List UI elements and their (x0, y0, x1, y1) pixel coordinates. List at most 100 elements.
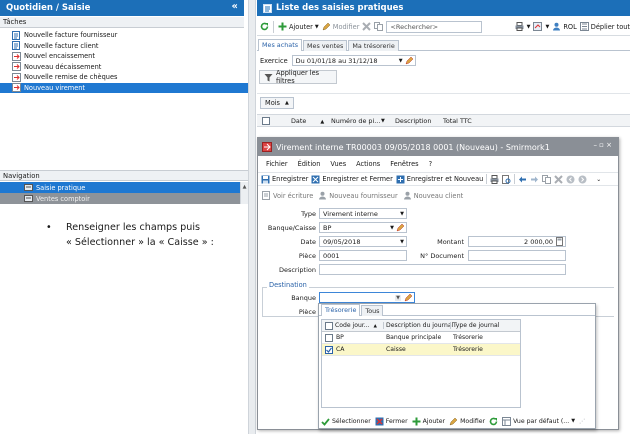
save-button[interactable]: Enregistrer (261, 175, 308, 184)
column-date[interactable]: Date ▲ (291, 117, 324, 125)
task-item[interactable]: Nouvelle facture client (0, 41, 248, 52)
previous-icon[interactable] (566, 175, 575, 184)
destination-bank-input[interactable]: ▼ (319, 292, 415, 303)
date-field[interactable]: 09/05/2018 ▼ (319, 236, 407, 247)
navigation-item-label: Ventes comptoir (36, 194, 90, 203)
task-item[interactable]: Nouveau virement (0, 82, 248, 93)
export-icon[interactable] (533, 22, 543, 31)
navigation-item[interactable]: Ventes comptoir (0, 193, 240, 204)
delete-icon[interactable] (362, 22, 372, 31)
list-tab-2[interactable]: Ma trésorerie (348, 39, 399, 51)
navigation-scrollbar[interactable]: ▲ (240, 182, 248, 204)
list-search-input[interactable]: <Rechercher> (386, 20, 482, 33)
description-field[interactable] (319, 264, 566, 275)
document-number-label: N° Document (420, 252, 464, 260)
redo-icon[interactable] (530, 175, 539, 184)
menu-item[interactable]: Actions (356, 160, 380, 168)
print-icon[interactable] (515, 22, 524, 31)
journal-description: Caisse (386, 346, 406, 353)
task-item[interactable]: Nouvelle facture fournisseur (0, 30, 248, 41)
journal-dropdown-tabs: Trésorerie Tous (319, 303, 595, 316)
apply-filters-button[interactable]: Appliquer les filtres (259, 69, 337, 85)
save-close-button[interactable]: Enregistrer et Fermer (311, 175, 393, 184)
journal-tab-1[interactable]: Tous (361, 304, 384, 316)
view-select[interactable]: Vue par défaut (... ▼ (502, 416, 575, 426)
instruction-bullet: • (46, 222, 52, 233)
navigation-item[interactable]: Saisie pratique (0, 182, 240, 193)
group-chip-month[interactable]: Mois ▲ (260, 97, 294, 109)
select-button[interactable]: Sélectionner (321, 417, 371, 426)
task-item[interactable]: Nouvel encaissement (0, 51, 248, 62)
journal-table-header: Code jour... ▲ Description du journal Ty… (322, 320, 520, 332)
rol-button[interactable]: ROL (552, 22, 577, 31)
resize-grip-icon[interactable]: ⋰ (579, 418, 585, 425)
view-entry-button[interactable]: Voir écriture (262, 191, 313, 200)
dropdown-edit-label: Modifier (460, 417, 486, 425)
journal-column-description[interactable]: Description du journal (383, 322, 453, 329)
bank-cash-select[interactable]: BP ▼ (319, 222, 407, 233)
add-button[interactable]: Ajouter ▼ (278, 22, 319, 31)
journal-column-code[interactable]: Code jour... ▲ (335, 322, 377, 329)
column-piece-number[interactable]: Numéro de pi... (331, 117, 380, 125)
journal-icon (262, 191, 271, 200)
close-button[interactable]: Fermer (375, 417, 408, 426)
journal-row[interactable]: CA Caisse Trésorerie (322, 344, 520, 356)
export-dropdown-icon[interactable]: ▼ (545, 24, 549, 30)
menu-item[interactable]: Fichier (266, 160, 288, 168)
menu-item[interactable]: Vues (330, 160, 346, 168)
next-icon[interactable] (578, 175, 587, 184)
list-tab-1[interactable]: Mes ventes (303, 39, 348, 51)
column-total-ttc[interactable]: Total TTC (443, 117, 472, 125)
list-tabs: Mes achats Mes ventes Ma trésorerie (257, 38, 630, 51)
save-new-button[interactable]: Enregistrer et Nouveau (396, 175, 483, 184)
amount-field[interactable]: 2 000,00 (468, 236, 566, 247)
dropdown-edit-button[interactable]: Modifier (449, 417, 485, 426)
menu-item[interactable]: Fenêtres (390, 160, 418, 168)
chevron-down-icon: ▼ (314, 23, 319, 30)
exercise-select[interactable]: Du 01/01/18 au 31/12/18 ▼ (291, 55, 416, 66)
select-all-checkbox[interactable] (262, 116, 270, 125)
print-dropdown-icon[interactable]: ▼ (527, 24, 531, 30)
task-item[interactable]: Nouveau décaissement (0, 62, 248, 73)
edit-button[interactable]: Modifier (322, 22, 359, 31)
toolbar-overflow-icon[interactable]: ⌄ (596, 176, 601, 183)
invoice-icon (12, 41, 21, 51)
window-controls[interactable]: – ▫ × (593, 141, 612, 149)
copy-icon[interactable] (374, 22, 384, 31)
column-menu-icon[interactable]: ▼ (381, 118, 385, 124)
menu-item[interactable]: ? (429, 160, 433, 168)
journal-tab-0[interactable]: Trésorerie (321, 303, 361, 316)
new-supplier-button[interactable]: Nouveau fournisseur (318, 191, 398, 200)
collapse-panel-icon[interactable]: « (232, 1, 238, 12)
instruction-line-1: Renseigner les champs puis (66, 222, 201, 233)
journal-select-all-checkbox[interactable] (325, 321, 333, 330)
refresh-icon[interactable] (489, 417, 498, 426)
refresh-icon[interactable] (260, 22, 269, 31)
new-client-button[interactable]: Nouveau client (403, 191, 463, 200)
shop-icon (24, 194, 33, 203)
journal-row-checkbox[interactable] (325, 334, 333, 342)
journal-dropdown: Trésorerie Tous Code jour... ▲ Descriptio… (318, 303, 596, 429)
preview-icon[interactable] (502, 174, 511, 184)
task-item[interactable]: Nouvelle remise de chèques (0, 72, 248, 83)
chevron-down-icon: ▼ (400, 238, 404, 245)
dropdown-add-button[interactable]: Ajouter (412, 417, 445, 426)
list-header: Liste des saisies pratiques (257, 0, 630, 16)
journal-row[interactable]: BP Banque principale Trésorerie (322, 332, 520, 344)
journal-column-type[interactable]: Type de journal (450, 322, 499, 329)
undo-icon[interactable] (518, 175, 527, 184)
calculator-icon[interactable] (555, 237, 564, 246)
list-tab-0[interactable]: Mes achats (258, 38, 303, 51)
type-select[interactable]: Virement interne ▼ (319, 208, 407, 219)
save-close-label: Enregistrer et Fermer (322, 175, 393, 183)
document-number-field[interactable] (468, 250, 566, 261)
expand-all-button[interactable]: Déplier tout (579, 22, 630, 31)
copy-icon[interactable] (542, 174, 552, 184)
menu-item[interactable]: Édition (298, 160, 321, 168)
journal-row-checkbox[interactable] (325, 346, 333, 354)
piece-field[interactable]: 0001 (319, 250, 407, 261)
print-icon[interactable] (490, 174, 499, 184)
view-entry-label: Voir écriture (273, 191, 314, 200)
column-description[interactable]: Description (395, 117, 431, 125)
delete-icon[interactable] (554, 174, 564, 184)
